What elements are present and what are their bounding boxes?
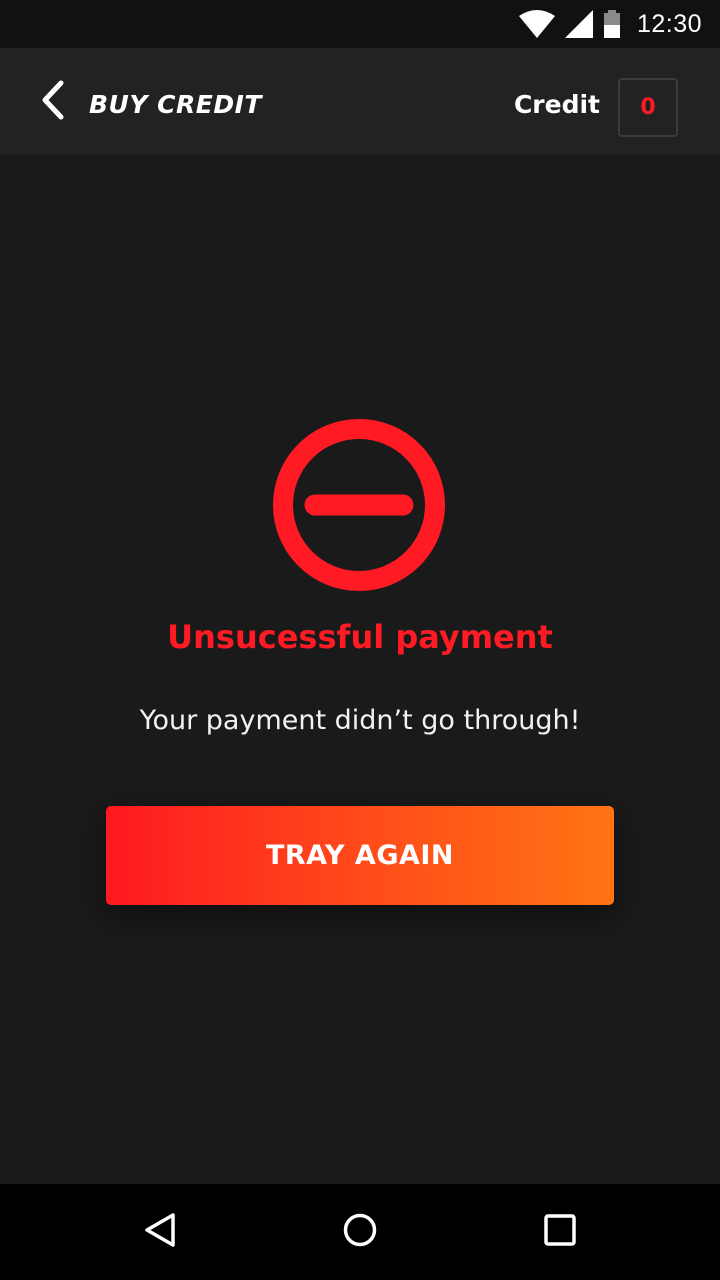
battery-icon xyxy=(603,10,621,38)
wifi-icon xyxy=(518,10,555,38)
app-bar: BUY CREDIT Credit 0 xyxy=(0,48,720,154)
chevron-left-icon xyxy=(39,80,65,124)
try-again-button[interactable]: TRAY AGAIN xyxy=(106,806,614,905)
cell-signal-icon xyxy=(564,10,593,38)
back-button[interactable] xyxy=(30,80,74,124)
home-circle-icon xyxy=(343,1213,377,1251)
page-title: BUY CREDIT xyxy=(89,90,262,119)
status-bar: 12:30 xyxy=(0,0,720,48)
credit-balance: 0 xyxy=(618,78,678,137)
recents-square-icon xyxy=(544,1214,576,1250)
nav-back-button[interactable] xyxy=(130,1202,190,1262)
nav-recents-button[interactable] xyxy=(530,1202,590,1262)
no-entry-icon xyxy=(273,419,445,591)
credit-label: Credit xyxy=(513,90,600,119)
system-nav-bar xyxy=(0,1184,720,1280)
status-time: 12:30 xyxy=(636,9,702,38)
try-again-label: TRAY AGAIN xyxy=(265,840,455,871)
result-title: Unsucessful payment xyxy=(167,618,553,656)
result-message: Your payment didn’t go through! xyxy=(139,705,581,736)
back-triangle-icon xyxy=(143,1212,177,1252)
nav-home-button[interactable] xyxy=(330,1202,390,1262)
